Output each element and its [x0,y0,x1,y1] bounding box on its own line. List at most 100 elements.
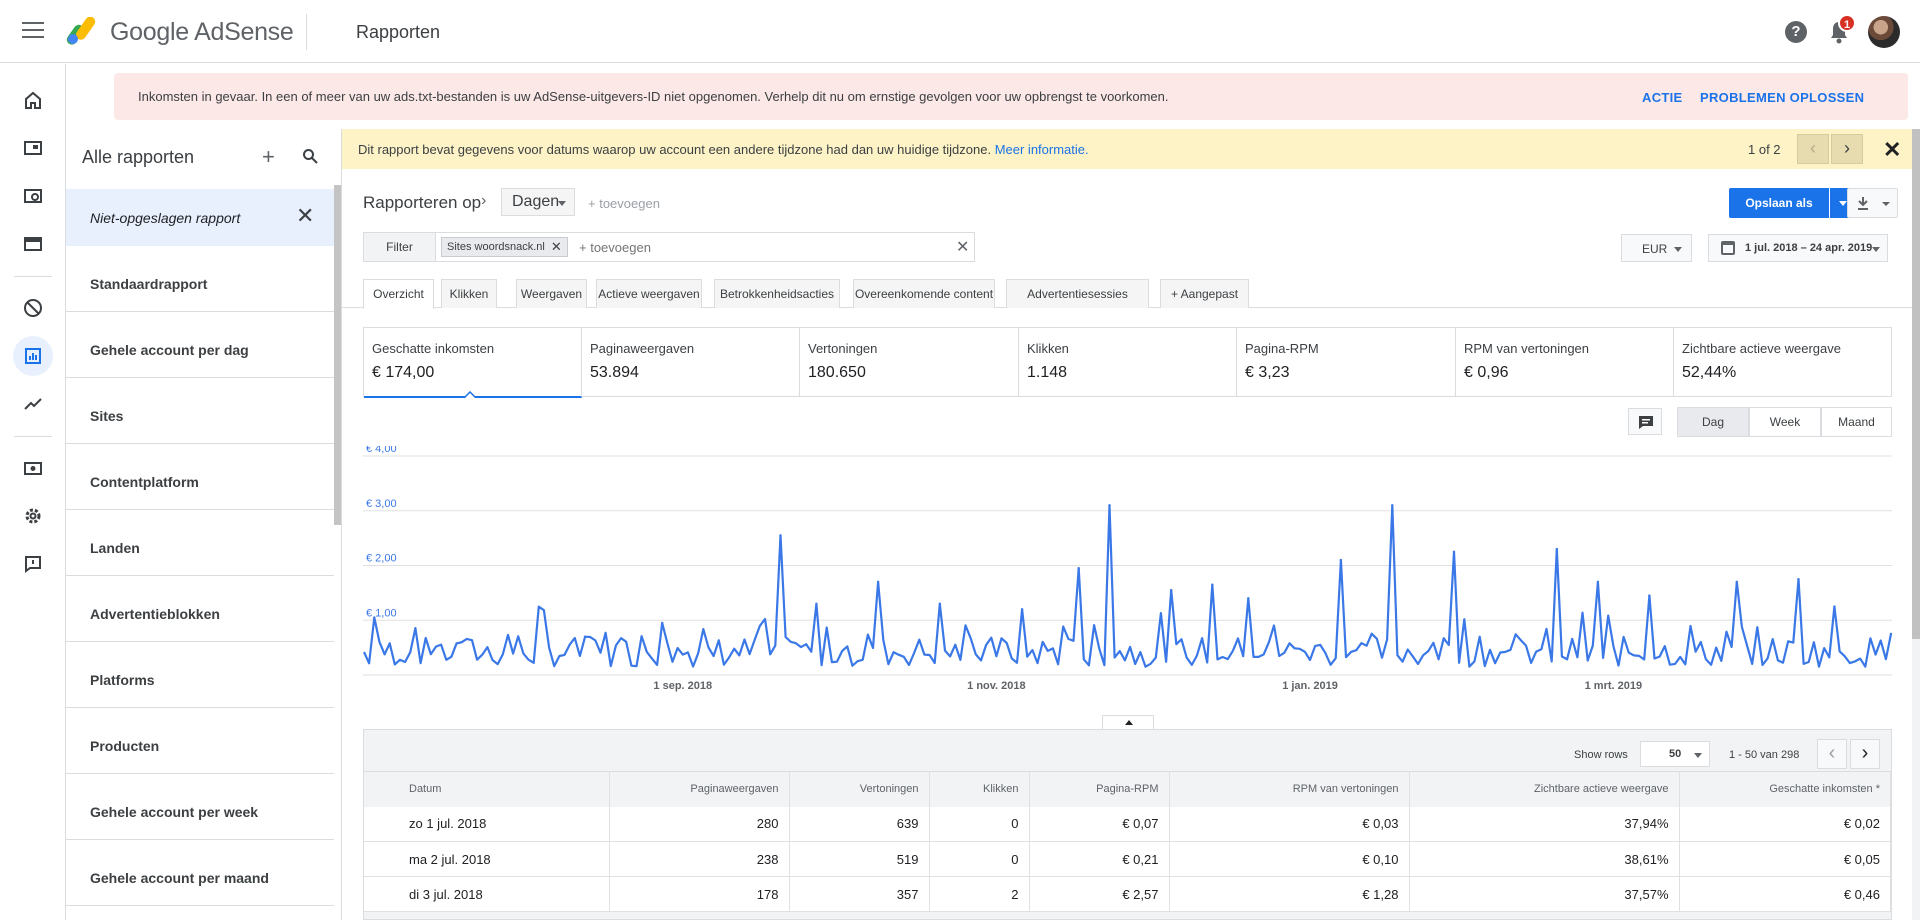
main-scrollbar-thumb[interactable] [1912,129,1920,639]
rows-per-page-select[interactable]: 50 [1640,741,1710,767]
sidebar-item-label: Advertentieblokken [90,606,220,622]
close-icon[interactable]: ✕ [296,203,314,229]
filter-chip-label: Sites woordsnack.nl [447,241,545,253]
metric-impressions[interactable]: Vertoningen 180.650 [800,328,1019,396]
sidebar-item-sites[interactable]: Sites [66,387,334,444]
sidebar-item-products[interactable]: Producten [66,717,334,774]
add-filter-input[interactable] [579,240,919,255]
metric-clicks[interactable]: Klikken 1.148 [1019,328,1237,396]
sidebar-scrollbar[interactable] [334,185,341,525]
table-row[interactable]: zo 1 jul. 2018 280 639 0 € 0,07 € 0,03 3… [364,806,1891,842]
filter-label[interactable]: Filter [364,233,436,261]
metric-page-rpm[interactable]: Pagina-RPM € 3,23 [1237,328,1456,396]
banner-prev-button[interactable]: ‹ [1797,134,1829,164]
tab-views[interactable]: Weergaven [516,279,587,308]
sidebar-item-account-per-day[interactable]: Gehele account per dag [66,321,334,378]
metric-pageviews[interactable]: Paginaweergaven 53.894 [582,328,800,396]
metric-estimated-earnings[interactable]: Geschatte inkomsten € 174,00 [364,328,582,398]
column-header-impression-rpm[interactable]: RPM van vertoningen [1169,771,1410,807]
metric-value: € 174,00 [372,364,435,381]
sidebar-item-unsaved-report[interactable]: Niet-opgeslagen rapport ✕ [66,189,334,246]
payments-icon[interactable] [13,448,53,488]
page-title: Rapporten [356,22,441,42]
search-icon[interactable] [302,148,318,164]
notification-badge: 1 [1838,14,1856,32]
granularity-month[interactable]: Maand [1821,407,1892,437]
feedback-icon[interactable] [13,544,53,584]
column-header-date[interactable]: Datum [364,771,610,807]
tab-ad-sessions[interactable]: Advertentiesessies [1006,279,1149,308]
date-range-select[interactable]: 1 jul. 2018 – 24 apr. 2019 [1708,234,1888,262]
data-point [1247,597,1250,600]
column-header-pageviews[interactable]: Paginaweergaven [609,771,790,807]
chevron-right-icon: › [481,192,487,209]
help-icon[interactable]: ? [1785,21,1807,43]
data-point [1833,605,1836,608]
close-icon[interactable]: ✕ [1883,137,1901,163]
annotations-button[interactable] [1628,408,1662,435]
sidebar-item-account-per-week[interactable]: Gehele account per week [66,783,334,840]
page-search-icon[interactable] [13,176,53,216]
data-point [815,602,818,606]
account-avatar[interactable] [1868,16,1900,48]
banner-next-button[interactable]: › [1831,134,1863,164]
date-range-value: 1 jul. 2018 – 24 apr. 2019 [1745,242,1873,254]
next-page-button[interactable]: › [1850,739,1880,769]
data-point [1596,580,1600,584]
metric-value: 52,44% [1682,364,1737,381]
add-dimension-link[interactable]: + toevoegen [588,196,660,211]
metric-active-view-viewable[interactable]: Zichtbare actieve weergave 52,44% [1674,328,1891,396]
earnings-chart[interactable]: € 4,00 € 3,00 € 2,00 € 1,00 1 sep. 2018 1 nov… [363,446,1892,694]
sidebar-item-account-per-month[interactable]: Gehele account per maand [66,849,334,906]
tab-custom[interactable]: + Aangepast [1160,279,1249,308]
save-as-button[interactable]: Opslaan als [1729,188,1829,218]
column-header-active-view[interactable]: Zichtbare actieve weergave [1409,771,1680,807]
download-button[interactable] [1847,188,1898,218]
column-header-estimated-earnings[interactable]: Geschatte inkomsten * [1679,771,1891,807]
ads-icon[interactable] [13,128,53,168]
metric-value: 180.650 [808,364,866,381]
optimization-icon[interactable] [13,384,53,424]
home-icon[interactable] [13,80,53,120]
tab-matched-content[interactable]: Overeenkomende content [853,279,995,308]
add-report-icon[interactable]: + [262,144,275,170]
dimension-select[interactable]: Dagen [501,188,575,216]
tab-engagement[interactable]: Betrokkenheidsacties [714,279,840,308]
brand-name[interactable]: Google AdSense [110,18,294,47]
sidebar-item-ad-units[interactable]: Advertentieblokken [66,585,334,642]
clear-filters-icon[interactable]: ✕ [956,237,969,257]
tab-active-views[interactable]: Actieve weergaven [596,279,702,308]
granularity-week[interactable]: Week [1749,407,1821,437]
collapse-chart-button[interactable] [1102,715,1154,729]
sites-icon[interactable] [13,224,53,264]
alert-fix-button[interactable]: PROBLEMEN OPLOSSEN [1700,90,1864,105]
block-icon[interactable] [13,288,53,328]
currency-select[interactable]: EUR [1621,234,1692,262]
sidebar-item-content-platform[interactable]: Contentplatform [66,453,334,510]
more-info-link[interactable]: Meer informatie. [995,142,1089,157]
tab-overview[interactable]: Overzicht [363,279,434,309]
chevron-down-icon [558,201,566,206]
table-row[interactable]: ma 2 jul. 2018 238 519 0 € 0,21 € 0,10 3… [364,841,1891,877]
granularity-day[interactable]: Dag [1677,407,1749,437]
metric-impression-rpm[interactable]: RPM van vertoningen € 0,96 [1456,328,1674,396]
sidebar-item-standard-report[interactable]: Standaardrapport [66,255,334,312]
menu-icon[interactable] [22,22,44,40]
column-header-clicks[interactable]: Klikken [929,771,1030,807]
metric-name: Klikken [1027,341,1069,356]
prev-page-button[interactable]: ‹ [1817,739,1847,769]
cell-earnings: € 0,02 [1679,806,1891,842]
alert-action-button[interactable]: ACTIE [1642,90,1683,105]
reports-icon[interactable] [13,336,53,376]
sidebar-item-countries[interactable]: Landen [66,519,334,576]
column-header-page-rpm[interactable]: Pagina-RPM [1029,771,1170,807]
table-row[interactable]: di 3 jul. 2018 178 357 2 € 2,57 € 1,28 3… [364,876,1891,912]
chevron-left-icon: ‹ [1828,742,1836,764]
column-header-impressions[interactable]: Vertoningen [789,771,930,807]
filter-chip-sites[interactable]: Sites woordsnack.nl ✕ [441,237,568,257]
tab-clicks[interactable]: Klikken [441,279,497,308]
settings-icon[interactable] [13,496,53,536]
x-tick-label: 1 nov. 2018 [967,680,1026,692]
sidebar-item-platforms[interactable]: Platforms [66,651,334,708]
remove-filter-icon[interactable]: ✕ [551,238,562,256]
